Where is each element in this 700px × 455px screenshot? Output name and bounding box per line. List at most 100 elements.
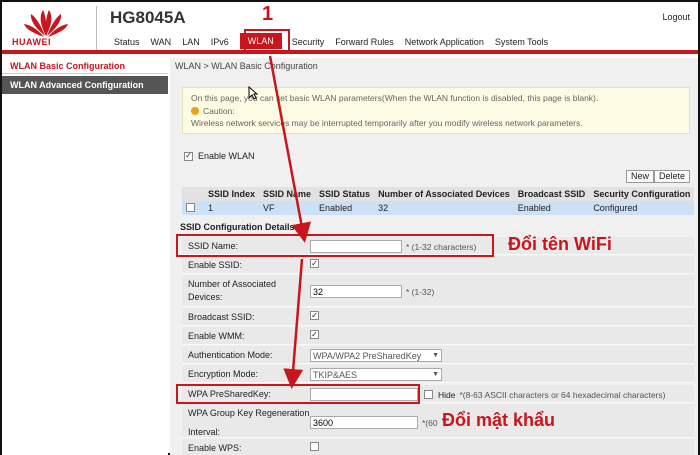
enable-wlan-label: Enable WLAN [198,151,255,161]
wpa-regen-hint: *(60 [422,417,438,428]
new-button[interactable]: New [626,170,655,183]
encryption-mode-selected: TKIP&AES [313,369,358,380]
enable-wmm-checkbox[interactable] [310,330,319,339]
main-nav: Status WAN LAN IPv6 WLAN Security Forwar… [114,33,559,49]
table-cell: Configured [589,201,695,215]
table-header: SSID Status [315,187,375,201]
wpa-regen-label: WPA Group Key Regeneration Interval: [182,404,310,439]
nav-wan[interactable]: WAN [151,35,172,49]
caution-icon [191,106,199,115]
nav-system-tools[interactable]: System Tools [495,35,548,49]
table-header: Broadcast SSID [513,187,590,201]
table-cell: 1 [204,201,260,215]
cursor-icon [248,86,258,100]
caution-row: Caution: [191,105,681,118]
nav-lan[interactable]: LAN [182,35,200,49]
enable-wlan-checkbox[interactable] [184,151,193,161]
enable-wps-value [310,439,324,451]
auth-mode-value: WPA/WPA2 PreSharedKey ▼ [310,346,442,362]
broadcast-ssid-value [310,308,324,320]
form-row-broadcast-ssid: Broadcast SSID: [182,308,694,326]
caution-label: Caution: [203,105,235,116]
num-devices-label-line1: Number of Associated [188,279,277,289]
enable-ssid-value [310,256,324,268]
table-cell: VF [259,201,316,215]
nav-forward-rules[interactable]: Forward Rules [335,35,394,49]
wpa-regen-label-line1: WPA Group Key Regeneration [188,408,310,418]
wpa-regen-label-line2: Interval: [188,427,221,437]
rename-wifi-annotation: Đổi tên WiFi [508,234,612,254]
wpa-regen-input[interactable] [310,416,418,429]
encryption-mode-value: TKIP&AES ▼ [310,365,442,381]
table-header-select [182,187,204,201]
auth-mode-selected: WPA/WPA2 PreSharedKey [313,350,422,361]
num-devices-value: * (1-32) [310,275,434,298]
change-password-annotation: Đổi mật khẩu [442,410,556,430]
brand-name: HUAWEI [12,37,51,47]
device-model: HG8045A [110,8,186,27]
sidebar: WLAN Basic Configuration WLAN Advanced C… [2,58,168,455]
table-cell-select[interactable] [182,201,204,215]
num-devices-input[interactable] [310,285,402,298]
table-cell: Enabled [315,201,375,215]
enable-wps-label: Enable WPS: [188,443,242,453]
table-cell: Enabled [513,201,590,215]
form-row-num-devices: Number of Associated Devices: * (1-32) [182,275,694,307]
sidebar-item-wlan-advanced[interactable]: WLAN Advanced Configuration [2,76,168,94]
wlan-highlight-box [244,29,290,54]
breadcrumb: WLAN > WLAN Basic Configuration [175,61,318,71]
hide-key-checkbox[interactable] [424,390,433,399]
info-line: On this page, you can set basic WLAN par… [191,93,599,103]
enable-wps-checkbox[interactable] [310,442,319,451]
num-devices-hint: * (1-32) [406,286,435,297]
encryption-mode-select[interactable]: TKIP&AES ▼ [310,368,442,381]
delete-button[interactable]: Delete [654,170,691,183]
encryption-mode-label: Encryption Mode: [188,369,259,379]
wpa-key-hint: *(8-63 ASCII characters or 64 hexadecima… [459,389,666,400]
broadcast-ssid-checkbox[interactable] [310,311,319,320]
enable-wmm-label: Enable WMM: [188,331,245,341]
header: HUAWEI HG8045A Logout Status WAN LAN IPv… [2,2,698,54]
table-header-row: SSID Index SSID Name SSID Status Number … [182,187,695,201]
table-header: Security Configuration [589,187,695,201]
form-row-auth-mode: Authentication Mode: WPA/WPA2 PreSharedK… [182,346,694,364]
info-warning: Wireless network services may be interru… [191,118,583,128]
nav-network-application[interactable]: Network Application [405,35,484,49]
num-devices-label: Number of Associated Devices: [182,275,310,304]
info-panel: On this page, you can set basic WLAN par… [182,87,690,134]
num-devices-label-line2: Devices: [188,292,223,302]
table-header: SSID Index [204,187,260,201]
wpa-key-highlight-box [176,384,420,404]
form-row-encryption-mode: Encryption Mode: TKIP&AES ▼ [182,365,694,383]
form-row-wpa-regen: WPA Group Key Regeneration Interval: *(6… [182,404,694,438]
table-header: Number of Associated Devices [374,187,514,201]
enable-ssid-label: Enable SSID: [188,260,243,270]
broadcast-ssid-label: Broadcast SSID: [188,312,255,322]
enable-wmm-value [310,327,324,339]
nav-status[interactable]: Status [114,35,140,49]
ssid-details-title: SSID Configuration Details [180,222,295,232]
enable-wlan-row: Enable WLAN [184,151,255,161]
step-number-annotation: 1 [262,3,274,25]
form-row-enable-ssid: Enable SSID: [182,256,694,274]
dropdown-arrow-icon: ▼ [432,371,439,378]
nav-security[interactable]: Security [292,35,325,49]
row-checkbox[interactable] [186,202,195,212]
enable-ssid-checkbox[interactable] [310,259,319,268]
ssid-table: SSID Index SSID Name SSID Status Number … [182,187,695,215]
logout-link[interactable]: Logout [662,12,690,22]
ssid-name-highlight-box [176,234,494,257]
nav-ipv6[interactable]: IPv6 [211,35,229,49]
wpa-regen-value: *(60 [310,404,438,429]
header-divider [96,6,97,50]
hide-key-label: Hide [438,389,456,400]
form-row-enable-wmm: Enable WMM: [182,327,694,345]
auth-mode-select[interactable]: WPA/WPA2 PreSharedKey ▼ [310,349,442,362]
table-row[interactable]: 1 VF Enabled 32 Enabled Configured [182,201,695,215]
form-row-enable-wps: Enable WPS: [182,439,694,455]
auth-mode-label: Authentication Mode: [188,350,273,360]
dropdown-arrow-icon: ▼ [432,352,439,359]
sidebar-item-wlan-basic[interactable]: WLAN Basic Configuration [2,59,168,74]
table-cell: 32 [374,201,514,215]
table-header: SSID Name [259,187,316,201]
